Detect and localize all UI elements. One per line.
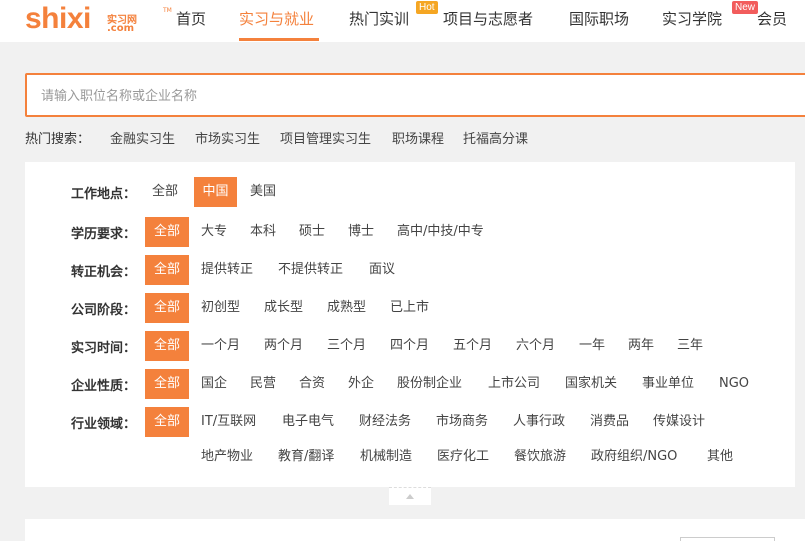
filter-fulltime-negotiable[interactable]: 面议: [369, 255, 395, 285]
filter-industry-all[interactable]: 全部: [145, 407, 189, 437]
filter-company-type-ngo[interactable]: NGO: [719, 369, 749, 399]
site-logo[interactable]: shixi 实习网 .com TM: [25, 2, 172, 35]
filter-location-china[interactable]: 中国: [194, 177, 237, 207]
filter-industry-real-estate[interactable]: 地产物业: [201, 442, 253, 472]
filter-industry-it[interactable]: IT/互联网: [201, 407, 256, 437]
filter-location-usa[interactable]: 美国: [250, 177, 276, 207]
nav-academy[interactable]: 实习学院: [662, 8, 722, 29]
filter-duration-1m[interactable]: 一个月: [201, 331, 240, 361]
filter-education-master[interactable]: 硕士: [299, 217, 325, 247]
filter-stage-growth[interactable]: 成长型: [264, 293, 303, 323]
filter-industry-business[interactable]: 市场商务: [436, 407, 488, 437]
filter-company-type-joint-stock[interactable]: 股份制企业: [397, 369, 462, 399]
filter-duration-6m[interactable]: 六个月: [516, 331, 555, 361]
filter-duration-3m[interactable]: 三个月: [327, 331, 366, 361]
hot-link-toefl[interactable]: 托福高分课: [463, 128, 528, 147]
filter-industry-gov-ngo[interactable]: 政府组织/NGO: [591, 442, 677, 472]
filter-education-high-school[interactable]: 高中/中技/中专: [397, 217, 484, 247]
filter-company-type-government[interactable]: 国家机关: [565, 369, 617, 399]
filter-education-junior-college[interactable]: 大专: [201, 217, 227, 247]
results-card-button[interactable]: [680, 537, 775, 541]
filter-education-phd[interactable]: 博士: [348, 217, 374, 247]
filter-duration-all[interactable]: 全部: [145, 331, 189, 361]
filter-duration-4m[interactable]: 四个月: [390, 331, 429, 361]
filter-stage-all[interactable]: 全部: [145, 293, 189, 323]
filter-company-type-jv[interactable]: 合资: [299, 369, 325, 399]
nav-active-underline: [239, 38, 319, 41]
filter-education-bachelor[interactable]: 本科: [250, 217, 276, 247]
logo-tm: TM: [163, 7, 172, 14]
filter-duration-5m[interactable]: 五个月: [453, 331, 492, 361]
filter-industry-machinery[interactable]: 机械制造: [360, 442, 412, 472]
filter-label-fulltime: 转正机会：: [71, 265, 137, 280]
hot-search-label: 热门搜索：: [25, 132, 91, 147]
filter-fulltime-not-offered[interactable]: 不提供转正: [278, 255, 343, 285]
search-input[interactable]: [41, 85, 741, 107]
filter-company-type-all[interactable]: 全部: [145, 369, 189, 399]
filter-label-education: 学历要求：: [71, 227, 137, 242]
filter-industry-media-design[interactable]: 传媒设计: [653, 407, 705, 437]
filter-stage-startup[interactable]: 初创型: [201, 293, 240, 323]
filter-location-all[interactable]: 全部: [152, 177, 178, 207]
hot-badge: Hot: [416, 1, 438, 14]
filter-label-company-type: 企业性质：: [71, 379, 137, 394]
filter-fulltime-offered[interactable]: 提供转正: [201, 255, 253, 285]
nav-membership[interactable]: 会员: [757, 8, 787, 29]
filter-industry-electronics[interactable]: 电子电气: [282, 407, 334, 437]
filter-duration-3y[interactable]: 三年: [677, 331, 703, 361]
filter-industry-consumer[interactable]: 消费品: [590, 407, 629, 437]
nav-projects-volunteers[interactable]: 项目与志愿者: [443, 8, 533, 29]
filter-industry-catering-travel[interactable]: 餐饮旅游: [514, 442, 566, 472]
top-header: shixi 实习网 .com TM 首页 实习与就业 热门实训 Hot 项目与志…: [0, 0, 805, 42]
hot-link-courses[interactable]: 职场课程: [392, 128, 444, 147]
filter-industry-finance-law[interactable]: 财经法务: [359, 407, 411, 437]
filter-panel: 工作地点： 全部 中国 美国 学历要求： 全部 大专 本科 硕士 博士 高中/中…: [25, 162, 795, 487]
filter-company-type-listed[interactable]: 上市公司: [488, 369, 540, 399]
filter-duration-1y[interactable]: 一年: [579, 331, 605, 361]
chevron-up-icon: [406, 494, 414, 499]
filter-industry-education[interactable]: 教育/翻译: [278, 442, 334, 472]
results-card: ...: [25, 519, 805, 541]
filter-industry-medical-chemical[interactable]: 医疗化工: [437, 442, 489, 472]
filter-label-location: 工作地点：: [71, 187, 137, 202]
filter-company-type-private[interactable]: 民营: [250, 369, 276, 399]
filter-label-industry: 行业领域：: [71, 417, 137, 432]
logo-wordmark: shixi: [25, 2, 91, 35]
hot-link-finance[interactable]: 金融实习生: [110, 128, 175, 147]
results-card-heading: ...: [65, 534, 80, 541]
filter-stage-listed[interactable]: 已上市: [390, 293, 429, 323]
filter-duration-2y[interactable]: 两年: [628, 331, 654, 361]
logo-com: .com: [107, 23, 135, 34]
filter-label-duration: 实习时间：: [71, 341, 137, 356]
new-badge: New: [732, 1, 759, 14]
nav-internship-jobs[interactable]: 实习与就业: [239, 8, 314, 29]
filter-stage-mature[interactable]: 成熟型: [327, 293, 366, 323]
filter-industry-hr-admin[interactable]: 人事行政: [513, 407, 565, 437]
filter-label-stage: 公司阶段：: [71, 303, 137, 318]
filter-fulltime-all[interactable]: 全部: [145, 255, 189, 285]
nav-hot-training[interactable]: 热门实训: [349, 8, 409, 29]
filter-company-type-soe[interactable]: 国企: [201, 369, 227, 399]
nav-home[interactable]: 首页: [176, 8, 206, 29]
filter-education-all[interactable]: 全部: [145, 217, 189, 247]
filter-company-type-foreign[interactable]: 外企: [348, 369, 374, 399]
hot-link-marketing[interactable]: 市场实习生: [195, 128, 260, 147]
nav-international-career[interactable]: 国际职场: [569, 8, 629, 29]
hot-link-pm[interactable]: 项目管理实习生: [280, 128, 371, 147]
filter-duration-2m[interactable]: 两个月: [264, 331, 303, 361]
search-box: [25, 73, 805, 117]
filter-company-type-public-institution[interactable]: 事业单位: [642, 369, 694, 399]
collapse-filters-button[interactable]: [389, 487, 431, 505]
filter-industry-other[interactable]: 其他: [707, 442, 733, 472]
